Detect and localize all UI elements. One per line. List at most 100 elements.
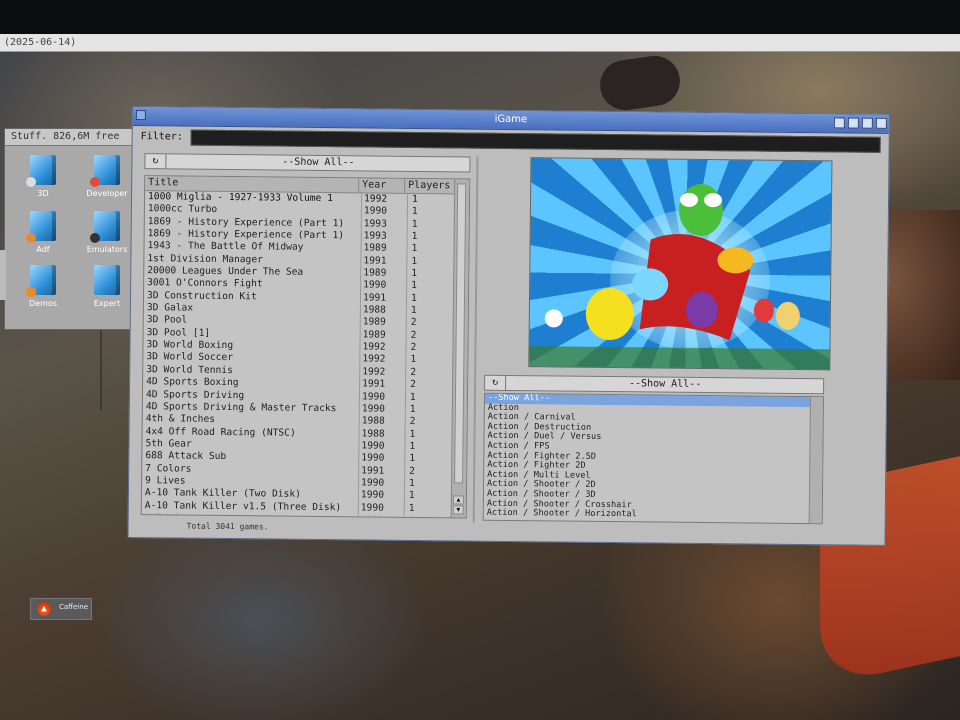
screenshot-characters [529,183,832,371]
cell-year: 1989 [359,329,404,342]
scroll-down-arrow-icon[interactable]: ▼ [452,505,464,515]
cell-year: 1989 [359,316,404,330]
cell-players: 2 [405,379,452,392]
genres-list-scrollbar[interactable] [808,397,823,524]
cell-players: 2 [405,366,452,380]
genres-list-rows: --Show All-- Action Action / Carnival Actio… [484,393,811,523]
genre-filter-cycle[interactable]: ↻ --Show All-- [484,374,825,395]
cell-year: 1992 [359,341,404,355]
drawer-icon-label: Demos [29,299,57,308]
cell-players: 1 [403,514,450,517]
cell-players: 1 [404,403,451,417]
drawer-icon-emulators[interactable]: Emulators [79,211,135,259]
drawer-icon-developer[interactable]: Developer [79,155,135,203]
cell-players: 1 [403,502,450,516]
drawer-icon-image [94,265,120,295]
iconify-icon[interactable] [833,117,845,129]
header-year[interactable]: Year [359,178,406,193]
cell-players: 2 [404,465,451,479]
cell-year: 1990 [360,205,405,219]
refresh-icon[interactable]: ↻ [145,154,167,169]
cell-year: 1988 [358,415,403,429]
cell-players: 1 [406,193,454,207]
cell-year: 1991 [359,378,404,392]
cell-year: 1990 [357,501,402,515]
scroll-up-arrow-icon[interactable]: ▲ [452,495,464,505]
caffeine-iconified-app[interactable]: ▲ Caffeine [30,598,92,620]
drawer-icon-image [26,211,56,243]
character-yellow-ball [585,288,634,341]
cell-year: 1993 [360,218,405,231]
zoom-icon[interactable] [861,117,873,129]
character-blonde [775,301,800,330]
drawer-icon-image [90,211,120,243]
cell-players: 1 [406,230,453,244]
cell-year: 1989 [360,267,405,281]
game-screenshot [528,157,833,371]
depth-icon[interactable] [875,117,887,129]
caffeine-flame-icon: ▲ [37,602,51,616]
cell-players: 1 [406,280,453,294]
list-filter-cycle[interactable]: ↻ --Show All-- [144,153,471,173]
character-red [753,298,774,323]
cell-players: 1 [404,453,451,466]
cell-players: 1 [403,490,450,503]
cell-year: 1992 [357,514,402,517]
panel-divider[interactable] [472,156,479,523]
filter-label: Filter: [140,131,183,143]
list-filter-label: --Show All-- [282,156,355,169]
cell-players: 1 [405,304,452,318]
cell-players: 2 [405,329,452,343]
games-list-scrollbar[interactable]: ▲ ▼ [450,179,470,518]
header-players[interactable]: Players [405,178,456,194]
screen-title-bar: (2025-06-14) [0,34,960,52]
cell-year: 1990 [358,452,403,466]
cell-players: 1 [406,243,453,257]
cell-players: 2 [404,416,451,429]
cell-players: 2 [405,342,452,355]
cell-year: 1990 [358,403,403,417]
drawer-icon-demos[interactable]: Demos [15,265,71,313]
cell-year: 1990 [357,477,403,491]
cell-players: 1 [404,440,451,454]
genres-list[interactable]: --Show All-- Action Action / Carnival Actio… [482,392,824,525]
drawer-icon-3d[interactable]: 3D [15,155,71,203]
cell-year: 1990 [358,390,404,404]
cell-year: 1988 [359,304,404,318]
genre-filter-label: --Show All-- [628,378,702,390]
character-bomberman [544,309,563,328]
cell-year: 1990 [360,279,405,293]
cell-year: 1991 [358,464,403,478]
jump-icon[interactable] [847,117,859,129]
drawer-icon-label: Emulators [86,245,128,254]
character-frog [678,183,723,236]
screenshot-ground [529,346,832,371]
cell-players: 1 [406,206,453,220]
games-list[interactable]: Title Year Players 1000 Miglia - 1927-19… [140,175,471,519]
offscreen-window-edge [0,250,6,300]
drawer-icon-label: Developer [86,189,128,198]
cell-year: 1992 [359,366,404,380]
cell-year: 1991 [359,292,405,305]
cell-players: 1 [406,255,453,269]
refresh-icon[interactable]: ↻ [485,375,507,390]
cell-players: 1 [403,477,451,491]
header-title[interactable]: Title [145,176,360,193]
drawer-icon-image [26,155,56,187]
cell-players: 1 [406,218,453,232]
monitor-bezel [0,0,960,34]
genre-item[interactable]: Action / Shooter / Horizontal [484,508,810,522]
date-label: (2025-06-14) [4,37,77,48]
igame-window: iGame Filter: ↻ --Show All-- Title Year … [127,106,890,546]
status-text: Total 3041 games. [186,521,269,532]
scrollbar-knob[interactable] [454,183,467,484]
cell-year: 1990 [358,440,403,454]
drawer-icon-expert[interactable]: Expert [79,265,135,313]
drawer-icon-adf[interactable]: Adf [15,211,71,259]
cell-players: 1 [406,267,453,281]
drawer-icon-image [26,265,56,297]
drawer-icon-image [90,155,120,187]
cell-year: 1990 [357,489,402,503]
cell-players: 1 [405,292,453,306]
filter-input[interactable] [190,129,881,153]
